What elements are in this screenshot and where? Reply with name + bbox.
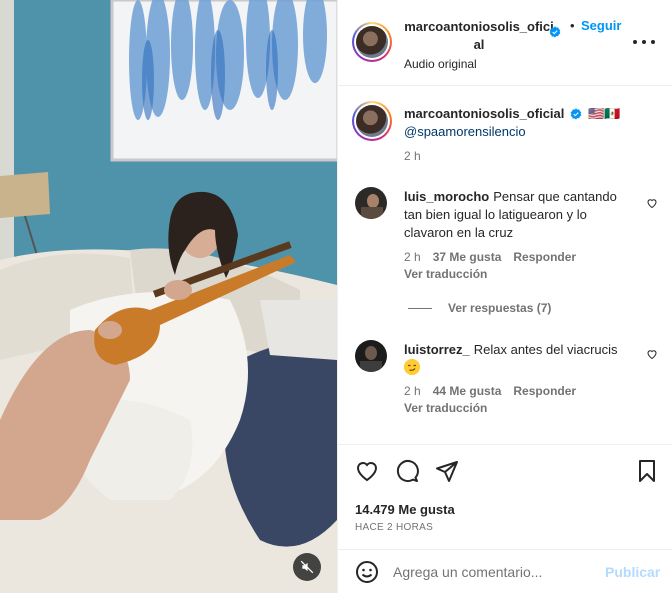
comment-text: luis_morocho Pensar que cantando tan bien… — [404, 188, 634, 242]
caption-text: 🇺🇸🇲🇽 — [588, 106, 621, 121]
caption-username[interactable]: marcoantonio­solis_oficial — [404, 106, 564, 121]
comment-bubble-icon[interactable] — [395, 459, 419, 483]
view-replies-button[interactable]: Ver respuestas (7) — [408, 301, 551, 315]
replies-divider — [408, 307, 432, 309]
caption-mention-link[interactable]: @spaamorensilencio — [404, 124, 526, 139]
mute-toggle-button[interactable] — [293, 553, 321, 581]
comment-body: Relax antes del viacrucis — [473, 342, 618, 357]
post-video[interactable] — [0, 0, 337, 593]
author-username[interactable]: marcoantonio­solis_ofi­cial — [404, 18, 554, 54]
separator-dot: • — [570, 18, 575, 33]
video-frame — [0, 0, 337, 593]
comment-time[interactable]: 2 h — [404, 250, 421, 264]
comment-text: luistorrez_ Relax antes del viacrucis — [404, 341, 634, 377]
bookmark-icon[interactable] — [635, 459, 659, 483]
comments-list[interactable]: marcoantonio­solis_oficial 🇺🇸🇲🇽 @spaamor… — [338, 87, 672, 443]
view-replies-label: Ver respuestas (7) — [448, 301, 552, 315]
comment-time[interactable]: 2 h — [404, 384, 421, 398]
emoji-icon[interactable] — [355, 560, 379, 584]
comment-like-heart-icon[interactable] — [646, 348, 658, 360]
post-header: marcoantonio­solis_ofi­cial • Seguir Aud… — [338, 0, 672, 86]
translate-link[interactable]: Ver traducción — [404, 267, 487, 281]
publish-button[interactable]: Publicar — [605, 564, 660, 580]
verified-badge-icon — [570, 108, 582, 120]
reply-button[interactable]: Responder — [513, 250, 576, 264]
comment-meta: 2 h 37 Me gusta Responder — [404, 250, 588, 264]
smirk-emoji-icon — [404, 359, 420, 375]
comment-avatar[interactable] — [355, 187, 387, 219]
heart-icon[interactable] — [355, 459, 379, 483]
comment-composer: Publicar — [338, 549, 672, 593]
caption-time[interactable]: 2 h — [404, 149, 421, 163]
verified-badge-icon — [549, 26, 561, 38]
more-options-icon[interactable] — [633, 34, 655, 50]
audio-muted-icon — [300, 560, 314, 574]
likes-count[interactable]: 14.479 Me gusta — [355, 502, 455, 517]
author-avatar[interactable] — [352, 22, 392, 62]
post-time-ago[interactable]: HACE 2 HORAS — [355, 522, 433, 533]
post-details-panel: marcoantonio­solis_ofi­cial • Seguir Aud… — [337, 0, 672, 593]
comment-avatar[interactable] — [355, 340, 387, 372]
comment-likes[interactable]: 44 Me gusta — [433, 384, 502, 398]
paper-plane-icon[interactable] — [435, 459, 459, 483]
comment-input[interactable] — [393, 560, 593, 584]
audio-link[interactable]: Audio original — [404, 57, 477, 71]
reply-button[interactable]: Responder — [513, 384, 576, 398]
comment-username[interactable]: luistorrez_ — [404, 342, 470, 357]
comment-username[interactable]: luis_morocho — [404, 189, 489, 204]
post-actions: 14.479 Me gusta HACE 2 HORAS — [338, 444, 672, 544]
translate-link[interactable]: Ver traducción — [404, 401, 487, 415]
comment-meta: 2 h 44 Me gusta Responder — [404, 384, 588, 398]
caption-avatar[interactable] — [352, 101, 392, 141]
comment-like-heart-icon[interactable] — [646, 197, 658, 209]
follow-button[interactable]: Seguir — [581, 18, 621, 33]
comment-likes[interactable]: 37 Me gusta — [433, 250, 502, 264]
